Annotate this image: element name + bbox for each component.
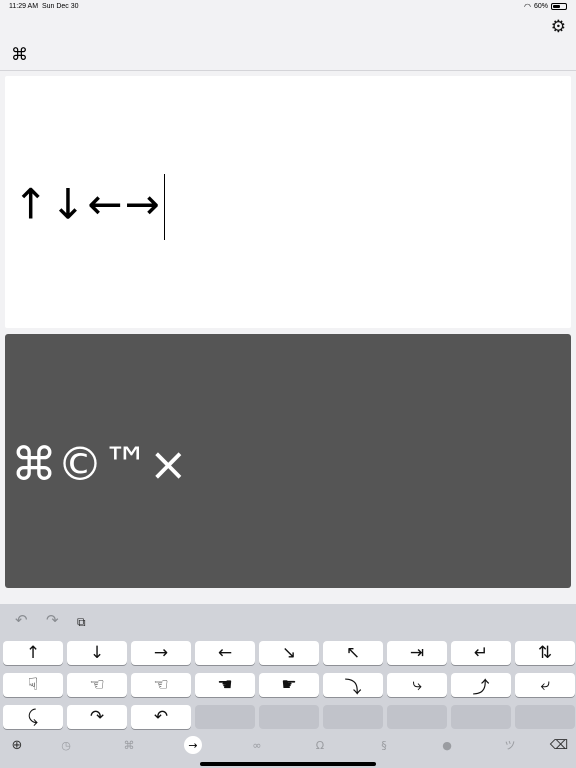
symbol-preview-panel[interactable]: ⌘©™×: [5, 334, 571, 588]
key-empty: [515, 705, 575, 729]
greek-category-tab[interactable]: Ω: [308, 734, 332, 756]
bullets-category-tab[interactable]: ●: [435, 734, 459, 756]
key-curve-down-left[interactable]: ⤶: [515, 673, 575, 697]
key-hand-right-black[interactable]: ☛: [259, 673, 319, 697]
math-category-tab[interactable]: ∞: [245, 734, 269, 756]
undo-icon[interactable]: ↶: [15, 610, 28, 630]
key-return-arrow[interactable]: ↵: [451, 641, 511, 665]
key-empty: [195, 705, 255, 729]
key-empty: [323, 705, 383, 729]
key-hand-down[interactable]: ☟: [3, 673, 63, 697]
delete-icon[interactable]: ⌫: [547, 734, 571, 756]
key-hand-left-outline-2[interactable]: ☜: [131, 673, 191, 697]
nav-divider: [0, 70, 576, 71]
preview-text: ⌘©™×: [11, 437, 188, 491]
settings-gear-icon[interactable]: ⚙: [551, 17, 566, 37]
key-hand-left-black[interactable]: ☚: [195, 673, 255, 697]
arrows-category-tab[interactable]: →: [184, 736, 202, 754]
key-empty: [387, 705, 447, 729]
key-curve-down-left-2[interactable]: ⤹: [3, 705, 63, 729]
key-curve-down-then-right[interactable]: ⤷: [387, 673, 447, 697]
key-down-arrow[interactable]: ↓: [67, 641, 127, 665]
command-category-tab[interactable]: ⌘: [117, 734, 141, 756]
status-right: ◠ 60%: [524, 2, 567, 11]
key-row-2: ☟ ☜ ☜ ☚ ☛ ⤵ ⤷ ⤴ ⤶: [3, 673, 575, 698]
key-up-arrow[interactable]: ↑: [3, 641, 63, 665]
battery-icon: [551, 3, 567, 10]
command-key-icon[interactable]: ⌘: [11, 45, 28, 65]
key-row-1: ↑ ↓ → ← ↘ ↖ ⇥ ↵ ⇅: [3, 641, 575, 665]
key-south-east-arrow[interactable]: ↘: [259, 641, 319, 665]
status-bar: 11:29 AM Sun Dec 30 ◠ 60%: [0, 0, 576, 14]
status-time-date: 11:29 AM Sun Dec 30: [9, 3, 79, 10]
text-editor[interactable]: ↑↓←→: [5, 76, 571, 328]
copy-icon[interactable]: ⧉: [77, 612, 86, 632]
key-hand-left-outline[interactable]: ☜: [67, 673, 127, 697]
home-indicator: [200, 762, 376, 766]
clock-icon[interactable]: ◷: [54, 734, 78, 756]
key-row-3: ⤹ ↷ ↶: [3, 705, 575, 729]
wifi-icon: ◠: [524, 2, 531, 11]
editor-content: ↑↓←→: [13, 174, 166, 240]
key-empty: [451, 705, 511, 729]
key-curve-down-right[interactable]: ⤵: [323, 673, 383, 698]
battery-level: [553, 5, 561, 8]
key-tab-arrow[interactable]: ⇥: [387, 641, 447, 665]
text-caret: [163, 174, 166, 240]
status-date: Sun Dec 30: [41, 3, 79, 10]
key-clockwise-arrow[interactable]: ↷: [67, 705, 127, 729]
keyboard-toolbar: ↶ ↷ ⧉: [0, 604, 576, 636]
key-left-arrow[interactable]: ←: [195, 641, 255, 665]
battery-percent: 60%: [533, 3, 548, 10]
key-north-west-arrow[interactable]: ↖: [323, 641, 383, 665]
section-category-tab[interactable]: §: [372, 734, 396, 756]
key-empty: [259, 705, 319, 729]
symbol-keyboard: ↶ ↷ ⧉ ↑ ↓ → ← ↘ ↖ ⇥ ↵ ⇅ ☟ ☜ ☜ ☚ ☛ ⤵ ⤷ ⤴ …: [0, 604, 576, 768]
status-time: 11:29 AM: [9, 3, 39, 10]
globe-icon[interactable]: ⊕: [5, 734, 29, 756]
key-curve-up[interactable]: ⤴: [451, 673, 511, 698]
key-right-arrow[interactable]: →: [131, 641, 191, 665]
editor-text: ↑↓←→: [13, 179, 162, 229]
key-up-down-arrows[interactable]: ⇅: [515, 641, 575, 665]
emoticon-category-tab[interactable]: ツ: [498, 734, 522, 756]
redo-icon[interactable]: ↷: [46, 610, 59, 630]
category-bar: ⊕ ◷ ⌘ → ∞ Ω § ● ツ ⌫: [0, 734, 576, 756]
key-anticlockwise-arrow[interactable]: ↶: [131, 705, 191, 729]
